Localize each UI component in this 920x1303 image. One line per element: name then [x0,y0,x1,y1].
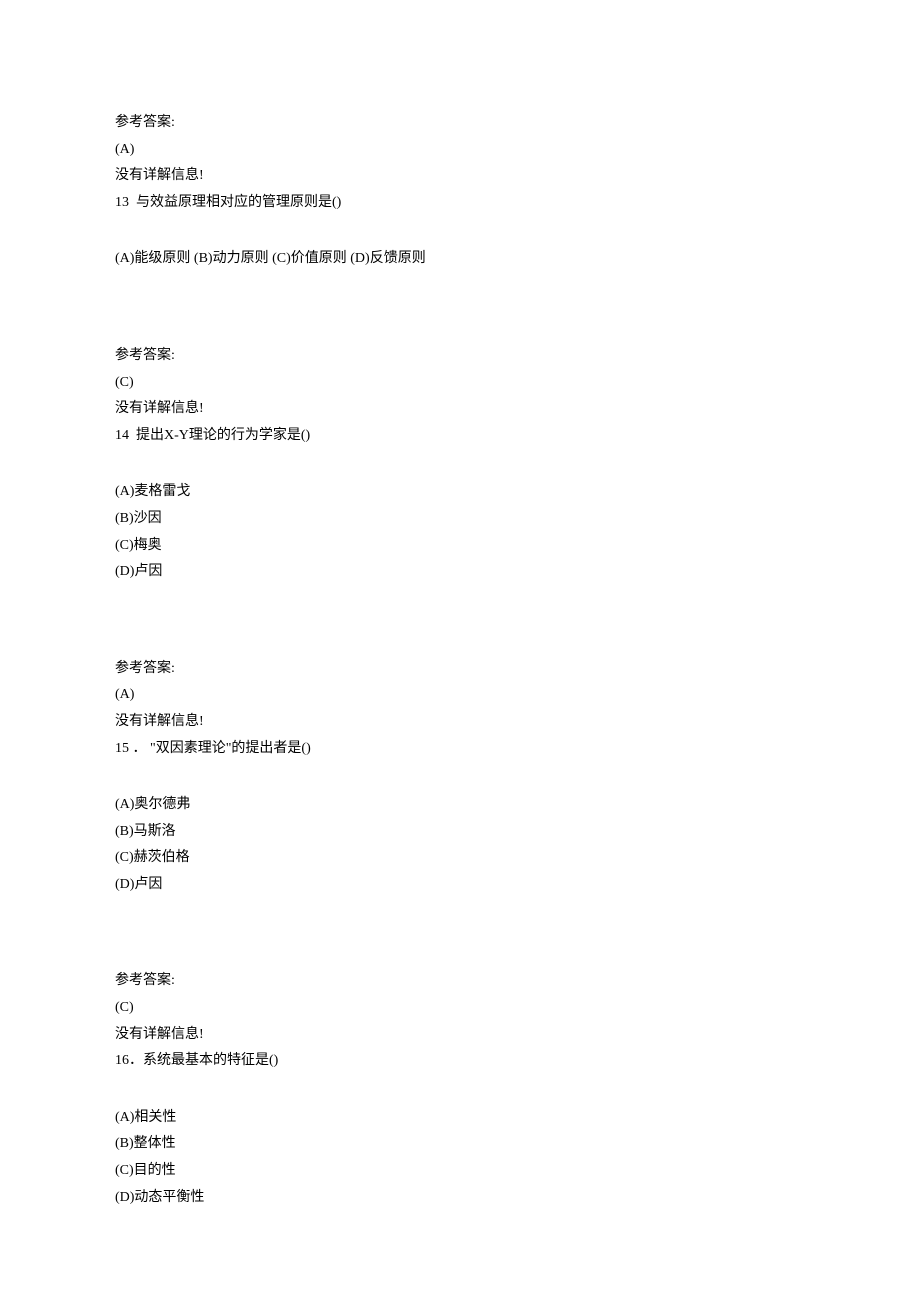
question-line: 15 ． "双因素理论"的提出者是() [115,736,805,763]
question-line: 16．系统最基本的特征是() [115,1048,805,1075]
option-d: (D)卢因 [115,559,805,586]
answer-value: (A) [115,137,805,164]
no-detail-text: 没有详解信息! [115,163,805,190]
spacer: ． [129,741,150,756]
question-number: 16 [115,1053,129,1068]
no-detail-text: 没有详解信息! [115,396,805,423]
option-b: (B)整体性 [115,1131,805,1158]
spacer: ． [129,1053,143,1068]
question-stem: 与效益原理相对应的管理原则是() [136,195,341,210]
answer-value: (C) [115,370,805,397]
option-b: (B)马斯洛 [115,819,805,846]
option-c: (C)赫茨伯格 [115,845,805,872]
answer-header: 参考答案: [115,110,805,137]
option-c: (C)目的性 [115,1158,805,1185]
answer-header: 参考答案: [115,656,805,683]
answer-value: (C) [115,995,805,1022]
question-stem: 系统最基本的特征是() [143,1053,278,1068]
spacer [129,428,136,443]
option-a: (A)麦格雷戈 [115,479,805,506]
option-d: (D)动态平衡性 [115,1185,805,1212]
document-page: 参考答案: (A) 没有详解信息! 13 与效益原理相对应的管理原则是() (A… [0,0,920,1271]
question-stem: "双因素理论"的提出者是() [150,741,311,756]
question-number: 15 [115,741,129,756]
option-c: (C)梅奥 [115,533,805,560]
spacer [129,195,136,210]
answer-value: (A) [115,682,805,709]
question-number: 13 [115,195,129,210]
no-detail-text: 没有详解信息! [115,709,805,736]
answer-header: 参考答案: [115,968,805,995]
option-a: (A)奥尔德弗 [115,792,805,819]
answer-header: 参考答案: [115,343,805,370]
question-stem: 提出X-Y理论的行为学家是() [136,428,310,443]
option-b: (B)沙因 [115,506,805,533]
no-detail-text: 没有详解信息! [115,1022,805,1049]
options-inline: (A)能级原则 (B)动力原则 (C)价值原则 (D)反馈原则 [115,246,805,273]
question-number: 14 [115,428,129,443]
question-line: 13 与效益原理相对应的管理原则是() [115,190,805,217]
option-a: (A)相关性 [115,1105,805,1132]
question-line: 14 提出X-Y理论的行为学家是() [115,423,805,450]
option-d: (D)卢因 [115,872,805,899]
